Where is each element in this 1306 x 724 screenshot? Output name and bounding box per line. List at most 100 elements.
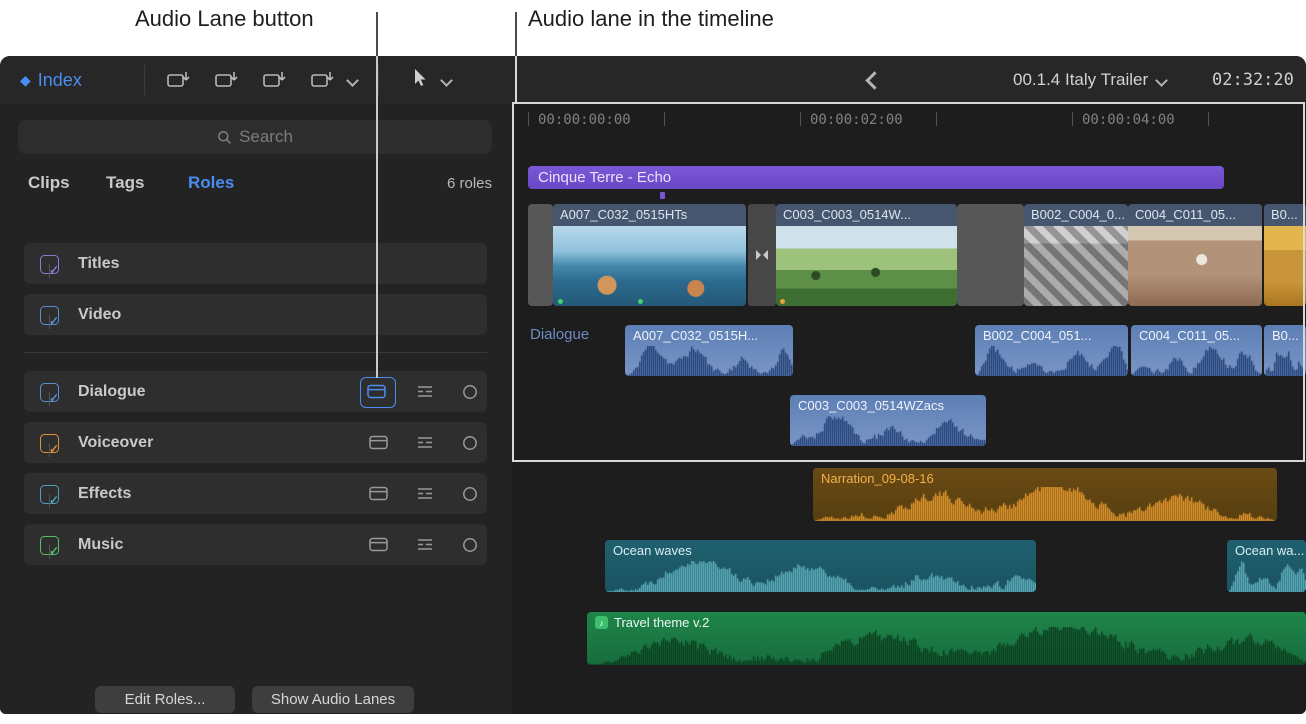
- audio-lane-button[interactable]: [367, 536, 391, 553]
- ruler-timecode: 00:00:00:00: [538, 112, 631, 128]
- audio-lane-button-active[interactable]: [360, 377, 396, 408]
- dialogue-lane-label: Dialogue: [530, 326, 589, 343]
- dialogue-audio-clip[interactable]: A007_C032_0515H...: [625, 325, 793, 376]
- role-checkbox[interactable]: ✓: [40, 536, 59, 555]
- role-row-effects[interactable]: ✓ Effects: [24, 473, 487, 514]
- role-solo-button[interactable]: [458, 536, 482, 553]
- project-title: 00.1.4 Italy Trailer: [1013, 70, 1148, 90]
- transition-clip[interactable]: [748, 204, 776, 306]
- fcp-window: ◆ Index: [0, 56, 1306, 714]
- video-clip[interactable]: B002_C004_0...: [1024, 204, 1128, 306]
- tab-clips[interactable]: Clips: [28, 168, 70, 198]
- ruler-tick: [664, 112, 665, 126]
- back-chevron-icon: [865, 71, 883, 89]
- audio-clip-name: B002_C004_051...: [975, 325, 1128, 346]
- callout-line: [515, 12, 517, 104]
- video-clip-name: C003_C003_0514W...: [776, 204, 957, 226]
- video-thumbnail: [1024, 226, 1128, 306]
- audio-clip-name: B0...: [1264, 325, 1306, 346]
- keyword-dot: [638, 299, 643, 304]
- audio-clip-name: C003_C003_0514WZacs: [790, 395, 986, 416]
- role-row-music[interactable]: ✓ Music: [24, 524, 487, 565]
- project-title-menu[interactable]: 00.1.4 Italy Trailer: [1013, 56, 1166, 104]
- audio-clip-name: A007_C032_0515H...: [625, 325, 793, 346]
- roles-group-divider: [24, 352, 487, 353]
- role-focus-button[interactable]: [413, 434, 437, 451]
- transition-icon: [754, 247, 770, 263]
- narration-audio-clip[interactable]: Narration_09-08-16: [813, 468, 1277, 521]
- role-focus-button[interactable]: [413, 536, 437, 553]
- ruler-timecode: 00:00:04:00: [1082, 112, 1175, 128]
- keyword-dot: [780, 299, 785, 304]
- search-placeholder: Search: [239, 127, 293, 147]
- role-label: Voiceover: [78, 422, 153, 463]
- search-icon: [217, 130, 232, 145]
- timeline-index-panel: Search Clips Tags Roles 6 roles ✓ Titles…: [0, 104, 513, 714]
- insert-clip-button[interactable]: [212, 69, 240, 91]
- ruler-tick: [1208, 112, 1209, 126]
- tab-tags[interactable]: Tags: [106, 168, 144, 198]
- edit-mode-chevron-icon[interactable]: [346, 74, 359, 87]
- ocean-waves-audio-clip[interactable]: Ocean wa...: [1227, 540, 1306, 592]
- video-clip-handle[interactable]: [957, 204, 1024, 306]
- dialogue-audio-clip[interactable]: B002_C004_051...: [975, 325, 1128, 376]
- video-clip[interactable]: C003_C003_0514W...: [776, 204, 957, 306]
- video-clip-name: B002_C004_0...: [1024, 204, 1128, 226]
- audio-lane-button[interactable]: [367, 434, 391, 451]
- audio-clip-name: Ocean waves: [605, 540, 1036, 561]
- ruler-tick: [936, 112, 937, 126]
- role-solo-button[interactable]: [458, 485, 482, 502]
- callout-audio-lane-button: Audio Lane button: [135, 6, 314, 32]
- ocean-waves-audio-clip[interactable]: Ocean waves: [605, 540, 1036, 592]
- role-label: Music: [78, 524, 123, 565]
- music-audio-clip[interactable]: ♪ Travel theme v.2: [587, 612, 1306, 665]
- video-clip-handle[interactable]: [528, 204, 553, 306]
- role-checkbox[interactable]: ✓: [40, 255, 59, 274]
- search-input[interactable]: Search: [18, 120, 492, 154]
- video-clip[interactable]: C004_C011_05...: [1128, 204, 1262, 306]
- tool-menu-chevron-icon[interactable]: [440, 74, 453, 87]
- role-label: Effects: [78, 473, 131, 514]
- ruler-tick: [1072, 112, 1073, 126]
- role-solo-button[interactable]: [458, 383, 482, 400]
- dialogue-audio-clip[interactable]: C004_C011_05...: [1131, 325, 1262, 376]
- video-thumbnail: [776, 226, 957, 306]
- toolbar-divider: [144, 65, 145, 95]
- role-checkbox[interactable]: ✓: [40, 383, 59, 402]
- audio-clip-name: Ocean wa...: [1227, 540, 1306, 561]
- role-focus-button[interactable]: [413, 383, 437, 400]
- role-checkbox[interactable]: ✓: [40, 306, 59, 325]
- pointer-tool-button[interactable]: [404, 67, 432, 89]
- video-clip[interactable]: A007_C032_0515HTs: [553, 204, 746, 306]
- edit-roles-button[interactable]: Edit Roles...: [95, 686, 235, 713]
- timeline[interactable]: 00:00:00:00 00:00:02:00 00:00:04:00 Cinq…: [512, 104, 1306, 714]
- append-clip-button[interactable]: [260, 69, 288, 91]
- connect-clip-button[interactable]: [164, 69, 192, 91]
- index-toolbar: ◆ Index: [0, 56, 512, 105]
- role-checkbox[interactable]: ✓: [40, 434, 59, 453]
- overwrite-clip-button[interactable]: [308, 69, 336, 91]
- dialogue-audio-clip[interactable]: C003_C003_0514WZacs: [790, 395, 986, 446]
- ruler-tick: [528, 112, 529, 126]
- show-audio-lanes-button[interactable]: Show Audio Lanes: [252, 686, 414, 713]
- audio-lane-icon: [365, 383, 389, 400]
- role-focus-button[interactable]: [413, 485, 437, 502]
- video-thumbnail: [553, 226, 746, 306]
- role-row-titles[interactable]: ✓ Titles: [24, 243, 487, 284]
- role-row-video[interactable]: ✓ Video: [24, 294, 487, 335]
- roles-count: 6 roles: [447, 168, 492, 198]
- video-clip[interactable]: B0...: [1264, 204, 1306, 306]
- dialogue-audio-clip[interactable]: B0...: [1264, 325, 1306, 376]
- video-clip-name: A007_C032_0515HTs: [553, 204, 746, 226]
- index-diamond-icon: ◆: [20, 72, 31, 89]
- role-solo-button[interactable]: [458, 434, 482, 451]
- title-clip[interactable]: Cinque Terre - Echo: [528, 166, 1224, 189]
- toolbar-divider: [378, 65, 379, 95]
- tab-roles[interactable]: Roles: [188, 168, 234, 198]
- role-row-voiceover[interactable]: ✓ Voiceover: [24, 422, 487, 463]
- role-checkbox[interactable]: ✓: [40, 485, 59, 504]
- role-row-dialogue[interactable]: ✓ Dialogue: [24, 371, 487, 412]
- audio-lane-button[interactable]: [367, 485, 391, 502]
- index-button[interactable]: ◆ Index: [20, 56, 82, 104]
- timeline-back-button[interactable]: [862, 56, 886, 104]
